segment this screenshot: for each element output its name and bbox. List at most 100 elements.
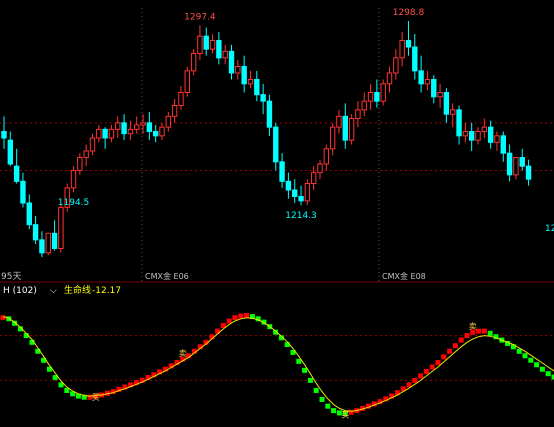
indicator-block (325, 404, 330, 409)
candle-body (394, 58, 398, 73)
price-annotation: 1194.5 (58, 198, 90, 208)
candle-body (337, 116, 341, 127)
candle-body (84, 151, 88, 158)
candle-body (191, 54, 195, 71)
indicator-block (430, 364, 435, 369)
candle-body (128, 129, 132, 133)
right-edge-low-label: 12 (545, 224, 554, 234)
signal-marker: 卖 (469, 322, 477, 331)
candle-body (526, 166, 530, 179)
candle-body (46, 233, 50, 253)
candle-body (362, 101, 366, 110)
indicator-block (459, 338, 464, 343)
indicator-block (424, 369, 429, 374)
indicator-block (418, 373, 423, 378)
candle-body (97, 129, 101, 138)
candle-body (166, 116, 170, 127)
candle-body (248, 80, 252, 84)
candle-body (299, 197, 303, 201)
candle-body (8, 140, 12, 164)
indicator-block (233, 315, 238, 320)
candle-body (21, 181, 25, 203)
candle-body (507, 153, 511, 175)
month-tick-1: CMX金 E06 (145, 271, 189, 281)
signal-marker: 买 (341, 410, 349, 419)
indicator-block (482, 329, 487, 334)
candle-body (185, 71, 189, 93)
candle-body (476, 132, 480, 141)
candle-body (116, 123, 120, 130)
candle-body (274, 127, 278, 162)
candle-body (387, 73, 391, 84)
candle-body (501, 136, 505, 153)
indicator-block (441, 354, 446, 359)
candle-body (135, 125, 139, 129)
candle-body (267, 101, 271, 127)
life-line-label: 生命线 (64, 284, 91, 296)
candle-body (217, 41, 221, 58)
candle-body (78, 158, 82, 171)
candle-body (147, 123, 151, 132)
candle-body (495, 136, 499, 143)
candle-body (14, 166, 18, 181)
candle-body (425, 80, 429, 84)
indicator-block (331, 408, 336, 413)
indicator-block (528, 358, 533, 363)
candle-body (210, 41, 214, 50)
candle-body (318, 164, 322, 173)
candle-body (305, 184, 309, 201)
candle-body (141, 123, 145, 125)
indicator-block (488, 331, 493, 336)
candle-body (103, 129, 107, 138)
chevron-down-icon[interactable]: ⌵ (50, 286, 57, 296)
candle-body (463, 132, 467, 136)
candle-body (52, 233, 56, 248)
life-line-value: -12.17 (92, 286, 121, 296)
candle-body (255, 80, 259, 95)
indicator-block (227, 319, 232, 324)
candle-body (40, 240, 44, 253)
indicator-block (453, 343, 458, 348)
candle-body (482, 127, 486, 131)
candle-body (324, 149, 328, 164)
indicator-block (314, 388, 319, 393)
candle-body (90, 138, 94, 151)
chart-window: 1297.41298.81214.31194.5 95天 CMX金 E06 CM… (0, 0, 554, 423)
indicator-block (412, 378, 417, 383)
candle-body (451, 110, 455, 114)
indicator-block (1, 315, 6, 320)
indicator-block (546, 371, 551, 376)
candle-body (514, 158, 518, 175)
candle-body (179, 93, 183, 106)
candle-body (286, 181, 290, 190)
signal-marker: 买 (92, 393, 100, 402)
candle-body (438, 93, 442, 97)
candle-body (59, 207, 63, 248)
indicator-block (238, 314, 243, 319)
indicator-block (465, 333, 470, 338)
candle-body (375, 93, 379, 102)
candle-body (229, 51, 233, 73)
candle-body (444, 93, 448, 115)
indicator-block (308, 378, 313, 383)
candle-body (349, 119, 353, 141)
candle-body (71, 171, 75, 188)
indicator-name[interactable]: H (102) (3, 286, 37, 296)
price-annotation: 1298.8 (393, 8, 425, 18)
candle-body (400, 41, 404, 58)
indicator-block (540, 367, 545, 372)
candle-body (122, 123, 126, 134)
candle-body (457, 110, 461, 136)
candle-body (488, 127, 492, 142)
price-annotation: 1297.4 (184, 12, 216, 22)
indicator-block (436, 360, 441, 365)
signal-marker: 卖 (179, 349, 187, 358)
candle-body (419, 71, 423, 84)
candle-body (413, 47, 417, 71)
candle-body (153, 132, 157, 136)
candle-body (198, 36, 202, 53)
candle-body (311, 173, 315, 184)
candle-body (33, 225, 37, 240)
candle-body (368, 93, 372, 102)
candle-body (330, 127, 334, 149)
